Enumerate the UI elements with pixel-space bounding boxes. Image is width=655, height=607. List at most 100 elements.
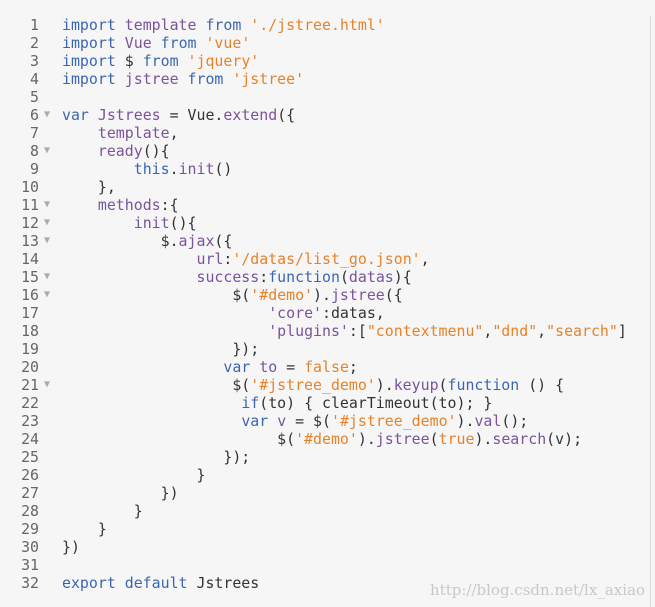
code-token: = Vue. [169, 106, 224, 124]
code-token: ). [456, 412, 475, 430]
code-token: '#demo' [295, 430, 358, 448]
code-token: , [420, 250, 430, 268]
code-token: if [241, 394, 260, 412]
code-token: '#jstree_demo' [250, 376, 376, 394]
code-text: url:'/datas/list_go.json', [62, 250, 430, 268]
code-token: import [62, 52, 125, 70]
line-number: 12 [21, 214, 39, 232]
code-token: (){ [169, 214, 197, 232]
code-token: $ [124, 52, 143, 70]
line-number: 11 [21, 196, 39, 214]
fold-toggle-icon[interactable]: ▼ [44, 106, 50, 124]
code-token: import [62, 70, 125, 88]
line-number: 1 [30, 16, 39, 34]
code-text: }); [62, 448, 250, 466]
code-text: $('#demo').jstree(true).search(v); [62, 430, 582, 448]
code-token: ajax [178, 232, 215, 250]
line-number: 25 [21, 448, 39, 466]
code-token: ({ [214, 232, 233, 250]
code-text: $('#jstree_demo').keyup(function () { [62, 376, 564, 394]
code-text: } [62, 466, 205, 484]
code-token: datas [348, 268, 394, 286]
code-token: }) [62, 484, 179, 502]
code-token: $. [62, 232, 179, 250]
line-number: 18 [21, 322, 39, 340]
line-number: 8 [30, 142, 39, 160]
code-token: : [223, 250, 233, 268]
code-token: :[ [348, 322, 367, 340]
line-number: 20 [21, 358, 39, 376]
fold-toggle-icon[interactable]: ▼ [44, 142, 50, 160]
code-token: jstree [330, 286, 385, 304]
code-token: ). [474, 430, 493, 448]
code-token: } [62, 520, 107, 538]
line-number: 27 [21, 484, 39, 502]
line-number: 19 [21, 340, 39, 358]
code-text: }, [62, 178, 116, 196]
line-number: 30 [21, 538, 39, 556]
code-text: }) [62, 484, 179, 502]
fold-toggle-icon[interactable]: ▼ [44, 196, 50, 214]
fold-toggle-icon[interactable]: ▼ [44, 376, 50, 394]
line-number: 24 [21, 430, 39, 448]
line-number: 7 [30, 124, 39, 142]
code-token: import [62, 16, 125, 34]
fold-toggle-icon[interactable]: ▼ [44, 214, 50, 232]
code-text: $.ajax({ [62, 232, 233, 250]
fold-toggle-icon[interactable]: ▼ [44, 268, 50, 286]
code-token: val [474, 412, 502, 430]
code-token: ({ [384, 286, 403, 304]
code-text: import Vue from 'vue' [62, 34, 250, 52]
code-text: } [62, 502, 143, 520]
code-token: function [447, 376, 529, 394]
line-number: 5 [30, 88, 39, 106]
code-token: '/datas/list_go.json' [232, 250, 421, 268]
code-token: Vue [124, 34, 161, 52]
line-number: 28 [21, 502, 39, 520]
line-number: 6 [30, 106, 39, 124]
code-token: Jstrees [97, 106, 170, 124]
line-number: 29 [21, 520, 39, 538]
code-token: ] [617, 322, 627, 340]
code-token: () { [528, 376, 565, 394]
code-text: 'core':datas, [62, 304, 385, 322]
code-editor[interactable]: 1 import template from './jstree.html' 2 im… [0, 16, 651, 607]
code-token: function [268, 268, 340, 286]
code-text: ready(){ [62, 142, 170, 160]
code-token: ready [97, 142, 143, 160]
fold-toggle-icon[interactable]: ▼ [44, 286, 50, 304]
fold-toggle-icon[interactable]: ▼ [44, 232, 50, 250]
code-text: import template from './jstree.html' [62, 16, 385, 34]
code-text: var Jstrees = Vue.extend({ [62, 106, 295, 124]
code-token: } [62, 502, 143, 520]
code-token: :datas, [322, 304, 385, 322]
line-number: 17 [21, 304, 39, 322]
code-token: }); [62, 448, 251, 466]
code-token: "search" [546, 322, 618, 340]
code-token: export default [62, 574, 197, 592]
code-token: ({ [277, 106, 296, 124]
code-token: to [259, 358, 287, 376]
line-number: 31 [21, 556, 39, 574]
code-text: this.init() [62, 160, 233, 178]
code-token: :{ [160, 196, 179, 214]
code-token: from [187, 70, 233, 88]
code-token: }, [62, 178, 116, 196]
line-number: 14 [21, 250, 39, 268]
code-token: search [492, 430, 547, 448]
code-token: './jstree.html' [250, 16, 385, 34]
code-token: template [97, 124, 170, 142]
code-token: v [277, 412, 296, 430]
code-token: from [205, 16, 251, 34]
code-token: (); [501, 412, 529, 430]
code-token: ). [357, 430, 376, 448]
code-token: var [223, 358, 260, 376]
code-token: ( [429, 430, 439, 448]
line-number: 15 [21, 268, 39, 286]
code-token: $( [62, 286, 251, 304]
